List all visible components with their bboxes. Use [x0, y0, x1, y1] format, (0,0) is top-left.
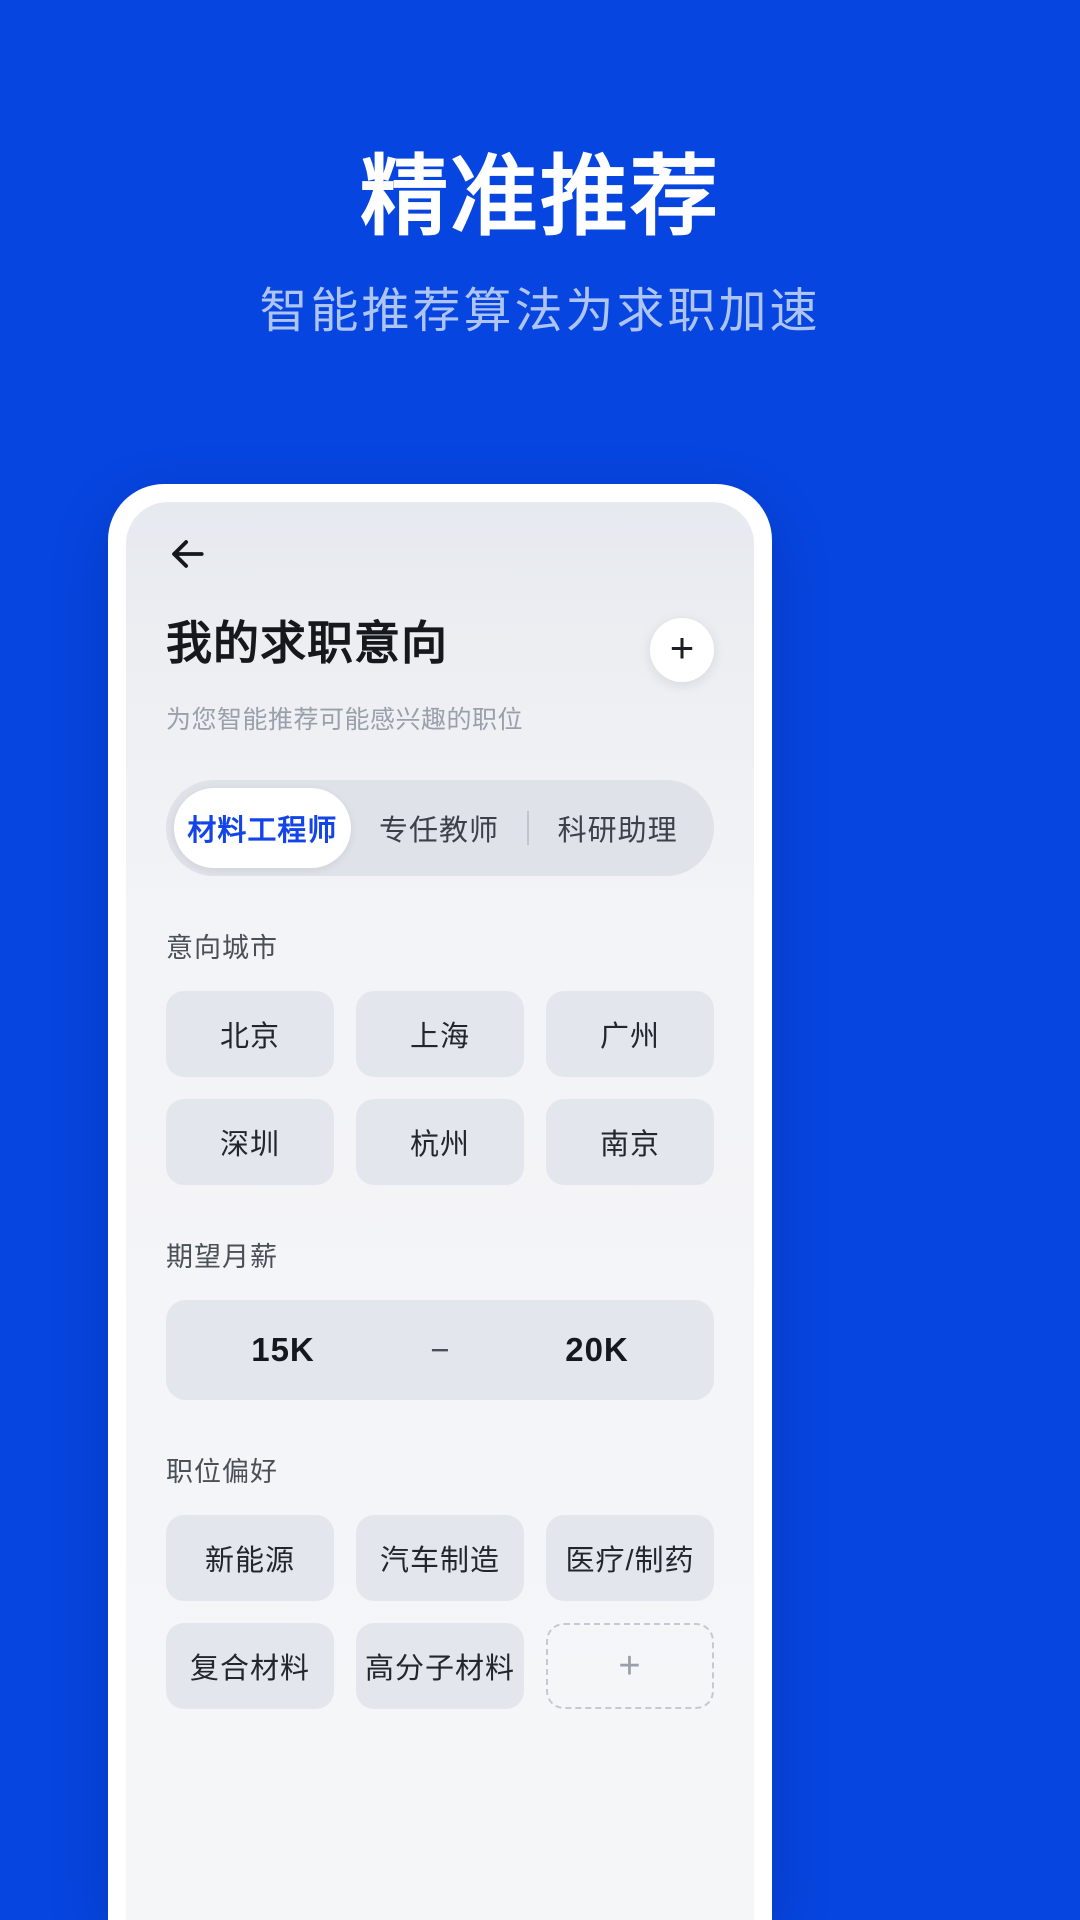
page-header: 我的求职意向 + [126, 606, 754, 682]
preference-chip[interactable]: 复合材料 [166, 1623, 334, 1709]
tab-label: 材料工程师 [187, 815, 338, 847]
preference-chip[interactable]: 新能源 [166, 1515, 334, 1601]
tab-research-assistant[interactable]: 科研助理 [529, 788, 706, 868]
intent-tab-bar: 材料工程师 专任教师 科研助理 [166, 780, 714, 876]
city-chip[interactable]: 南京 [546, 1099, 714, 1185]
add-preference-chip[interactable]: + [546, 1623, 714, 1709]
tab-teacher[interactable]: 专任教师 [351, 788, 528, 868]
intent-page-title: 我的求职意向 [166, 617, 448, 669]
hero-banner: 精准推荐 智能推荐算法为求职加速 [0, 0, 1080, 480]
plus-icon: + [669, 624, 695, 671]
section-label-preference: 职位偏好 [166, 1457, 278, 1487]
phone-mockup: 我的求职意向 + 为您智能推荐可能感兴趣的职位 材料工程师 专任教师 科研助理 … [108, 484, 772, 1920]
preference-chip[interactable]: 医疗/制药 [546, 1515, 714, 1601]
preference-chip-grid: 新能源 汽车制造 医疗/制药 复合材料 高分子材料 + [166, 1515, 714, 1709]
salary-min: 15K [251, 1331, 315, 1368]
preference-chip[interactable]: 汽车制造 [356, 1515, 524, 1601]
arrow-left-icon[interactable] [160, 527, 214, 581]
tab-label: 科研助理 [557, 815, 678, 847]
salary-separator: − [430, 1331, 450, 1368]
city-chip[interactable]: 广州 [546, 991, 714, 1077]
salary-range-row[interactable]: 15K − 20K [166, 1300, 714, 1400]
hero-subtitle: 智能推荐算法为求职加速 [259, 284, 821, 338]
city-chip-grid: 北京 上海 广州 深圳 杭州 南京 [166, 991, 714, 1185]
section-label-city: 意向城市 [166, 933, 278, 963]
app-bar [126, 502, 754, 606]
city-chip[interactable]: 杭州 [356, 1099, 524, 1185]
section-label-salary: 期望月薪 [166, 1242, 278, 1272]
city-chip[interactable]: 上海 [356, 991, 524, 1077]
tab-material-engineer[interactable]: 材料工程师 [174, 788, 351, 868]
add-intent-button[interactable]: + [650, 618, 714, 682]
salary-max: 20K [565, 1331, 629, 1368]
phone-screen: 我的求职意向 + 为您智能推荐可能感兴趣的职位 材料工程师 专任教师 科研助理 … [126, 502, 754, 1920]
page-title: 精准推荐 [359, 147, 720, 246]
tab-label: 专任教师 [379, 815, 500, 847]
city-chip[interactable]: 深圳 [166, 1099, 334, 1185]
page-subtitle: 为您智能推荐可能感兴趣的职位 [166, 706, 524, 734]
city-chip[interactable]: 北京 [166, 991, 334, 1077]
preference-chip[interactable]: 高分子材料 [356, 1623, 524, 1709]
